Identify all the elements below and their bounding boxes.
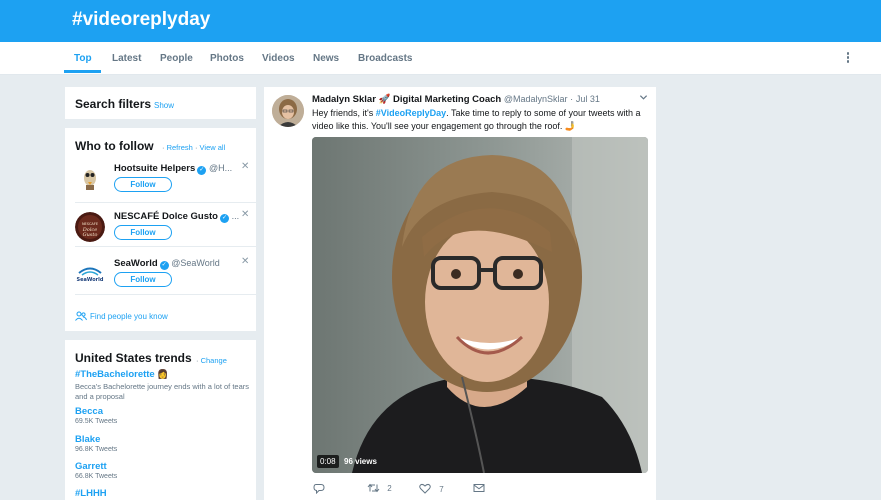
trend-item[interactable]: #TheBachelorette 👩 Becca's Bachelorette …: [75, 369, 250, 402]
trend-item[interactable]: Blake 96.8K Tweets: [75, 434, 250, 453]
trend-tweet-count: 69.5K Tweets: [75, 418, 118, 425]
tweet-author-avatar[interactable]: [272, 95, 304, 127]
tweet-author-name[interactable]: Madalyn Sklar 🚀 Digital Marketing Coach: [312, 94, 501, 105]
who-to-follow-title: Who to follow: [75, 139, 154, 153]
people-icon: [75, 311, 87, 321]
divider: [75, 294, 256, 295]
search-tabs-bar: Top Latest People Photos Videos News Bro…: [0, 42, 881, 75]
dismiss-icon[interactable]: ✕: [241, 256, 249, 267]
trend-name: #TheBachelorette: [75, 369, 155, 380]
view-all-link[interactable]: View all: [200, 143, 226, 152]
mail-icon: [473, 484, 485, 492]
follow-suggestion: NESCAFE Dolce Gusto NESCAFÉ Dolce Gusto ✓ .…: [65, 208, 256, 254]
verified-badge-icon: ✓: [220, 214, 229, 223]
tab-latest[interactable]: Latest: [112, 53, 141, 64]
verified-badge-icon: ✓: [159, 261, 169, 270]
account-handle: ...: [231, 211, 240, 221]
like-button[interactable]: 7: [419, 483, 444, 494]
hootsuite-avatar[interactable]: [75, 164, 105, 194]
account-name[interactable]: NESCAFÉ Dolce Gusto: [114, 211, 218, 222]
tab-photos[interactable]: Photos: [210, 53, 244, 64]
follow-button[interactable]: Follow: [114, 177, 172, 192]
who-to-follow-card: Who to follow · Refresh · View all Hoots…: [65, 128, 256, 331]
find-people-label: Find people you know: [90, 312, 168, 321]
trend-name: Becca: [75, 406, 103, 417]
heart-icon: [419, 483, 431, 494]
account-handle: @H...: [208, 163, 233, 173]
trend-name: #LHHH: [75, 488, 107, 499]
video-view-count: 96 views: [344, 457, 377, 466]
tweet-card[interactable]: Madalyn Sklar 🚀 Digital Marketing Coach …: [264, 87, 656, 500]
follow-button[interactable]: Follow: [114, 225, 172, 240]
tweet-text: Hey friends, it's #VideoReplyDay. Take t…: [312, 108, 641, 131]
svg-text:Gusto: Gusto: [83, 232, 98, 238]
tab-news[interactable]: News: [313, 53, 339, 64]
trend-tweet-count: 66.8K Tweets: [75, 473, 118, 480]
tweet-date[interactable]: Jul 31: [576, 94, 600, 104]
retweet-icon: [367, 483, 380, 493]
svg-text:NESCAFE: NESCAFE: [82, 222, 98, 226]
retweet-count: 2: [387, 484, 392, 493]
nescafe-avatar[interactable]: NESCAFE Dolce Gusto: [75, 212, 105, 242]
active-tab-indicator: [64, 70, 101, 73]
trends-title: United States trends: [75, 351, 192, 365]
more-options-icon[interactable]: [846, 52, 850, 64]
follow-suggestion: Hootsuite Helpers ✓ @H... Follow ✕: [65, 160, 256, 206]
change-trends-link[interactable]: Change: [201, 356, 227, 365]
direct-message-button[interactable]: [473, 483, 485, 493]
dismiss-icon[interactable]: ✕: [241, 209, 249, 220]
refresh-link[interactable]: Refresh: [167, 143, 193, 152]
trend-item[interactable]: Garrett 66.8K Tweets: [75, 461, 250, 480]
trend-item[interactable]: Becca 69.5K Tweets: [75, 406, 250, 425]
divider: [75, 202, 256, 203]
trend-tweet-count: 96.8K Tweets: [75, 446, 118, 453]
tab-people[interactable]: People: [160, 53, 193, 64]
reply-button[interactable]: [313, 483, 325, 495]
trend-description: Becca's Bachelorette journey ends with a…: [75, 382, 250, 401]
header-bar: #videoreplyday: [0, 0, 881, 42]
account-name[interactable]: SeaWorld: [114, 258, 158, 269]
search-filters-title: Search filters: [75, 97, 152, 111]
divider: [75, 246, 256, 247]
video-frame: [312, 137, 648, 473]
woman-emoji-icon: 👩: [157, 369, 169, 379]
search-filters-card: Search filters Show: [65, 87, 256, 119]
dismiss-icon[interactable]: ✕: [241, 161, 249, 172]
verified-badge-icon: ✓: [197, 166, 207, 175]
svg-text:SeaWorld: SeaWorld: [77, 277, 104, 283]
video-duration: 0:08: [317, 455, 339, 468]
tweet-author-handle[interactable]: @MadalynSklar: [504, 94, 568, 104]
trends-card: United States trends · Change #TheBachel…: [65, 340, 256, 500]
trend-name: Blake: [75, 434, 101, 445]
reply-icon: [313, 484, 325, 495]
tab-videos[interactable]: Videos: [262, 53, 295, 64]
account-name[interactable]: Hootsuite Helpers: [114, 163, 195, 174]
retweet-button[interactable]: 2: [367, 483, 392, 493]
tweet-video[interactable]: 0:08 96 views: [312, 137, 648, 473]
seaworld-avatar[interactable]: SeaWorld: [75, 259, 105, 289]
account-handle: @SeaWorld: [171, 258, 220, 268]
search-filters-show-link[interactable]: Show: [154, 101, 174, 110]
hashtag-link[interactable]: #VideoReplyDay: [376, 108, 446, 118]
tab-top[interactable]: Top: [74, 53, 92, 64]
follow-button[interactable]: Follow: [114, 272, 172, 287]
trend-name: Garrett: [75, 461, 107, 472]
like-count: 7: [439, 485, 444, 494]
find-people-link[interactable]: Find people you know: [75, 311, 168, 321]
chevron-down-icon[interactable]: [639, 93, 648, 102]
tab-broadcasts[interactable]: Broadcasts: [358, 53, 412, 64]
search-query-title: #videoreplyday: [72, 9, 211, 30]
trend-item[interactable]: #LHHH: [75, 488, 250, 499]
